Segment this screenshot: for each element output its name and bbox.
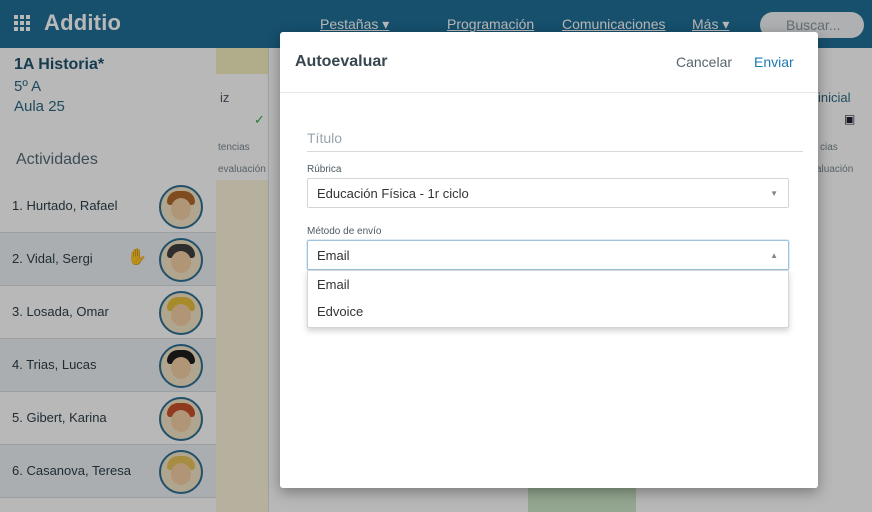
title-input[interactable] [307,118,803,152]
send-button[interactable]: Enviar [754,54,794,70]
modal-title: Autoevaluar [295,53,388,70]
metodo-label: Método de envío [307,226,382,237]
autoevaluar-modal: Autoevaluar Cancelar Enviar Rúbrica Educ… [280,32,818,488]
rubrica-value: Educación Física - 1r ciclo [317,186,469,201]
app-root: Additio Pestañas ▾ Programación Comunica… [0,0,872,512]
metodo-value: Email [317,248,350,263]
option-email[interactable]: Email [317,277,350,292]
modal-divider [280,92,818,93]
caret-down-icon: ▼ [770,189,778,198]
rubrica-label: Rúbrica [307,164,342,175]
metodo-dropdown: Email Edvoice [307,270,789,328]
rubrica-select[interactable]: Educación Física - 1r ciclo ▼ [307,178,789,208]
option-edvoice[interactable]: Edvoice [317,304,363,319]
caret-up-icon: ▲ [770,251,778,260]
cancel-button[interactable]: Cancelar [676,54,732,70]
metodo-select[interactable]: Email ▲ [307,240,789,270]
